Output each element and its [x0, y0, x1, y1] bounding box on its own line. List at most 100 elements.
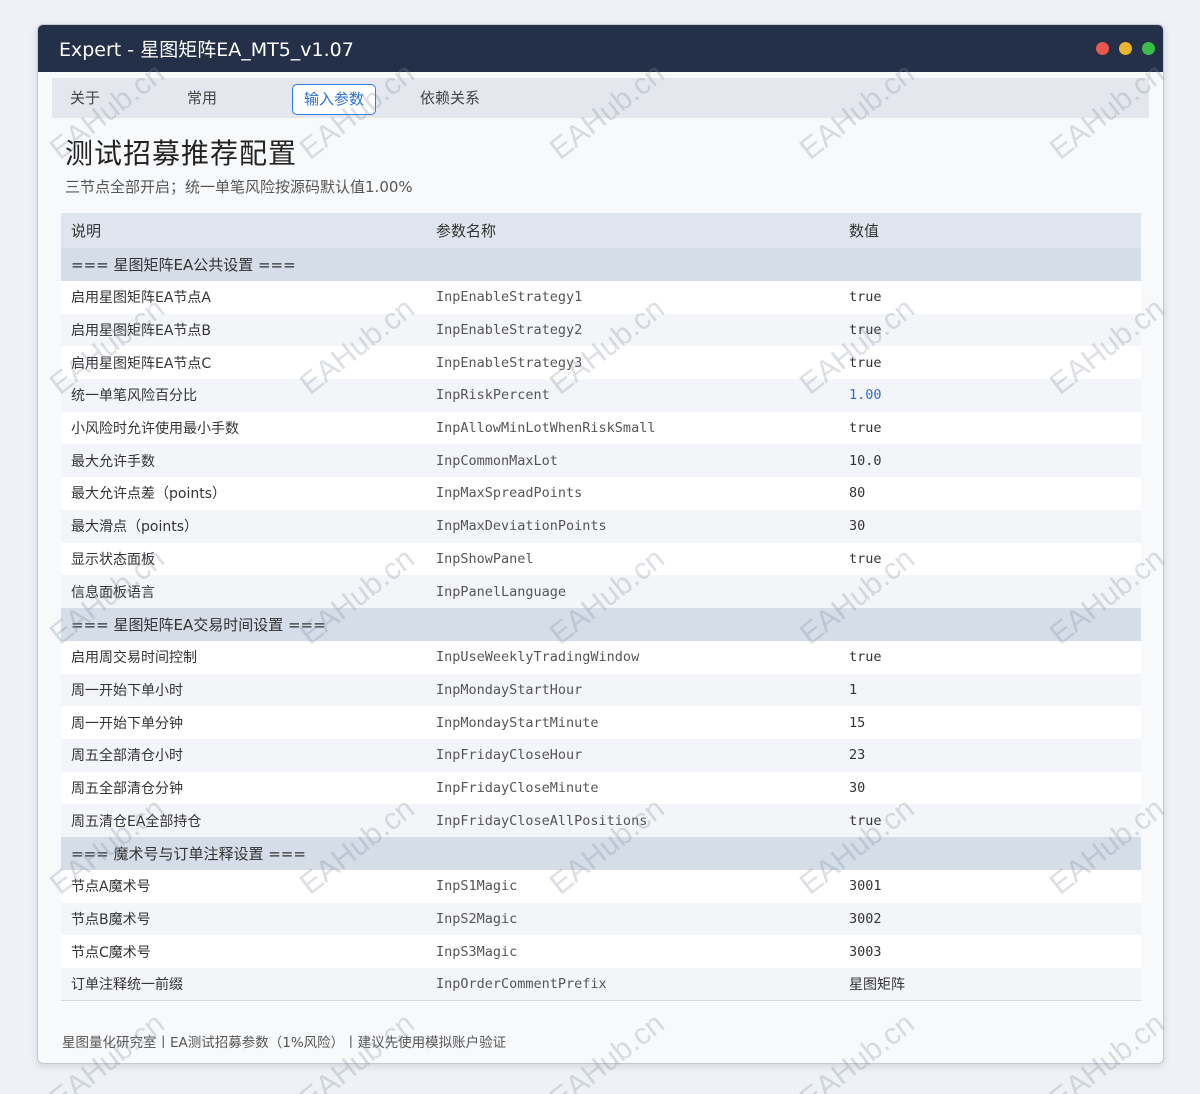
table-row: 最大允许手数 InpCommonMaxLot 10.0	[61, 444, 1141, 478]
param-description: 周一开始下单分钟	[71, 715, 183, 732]
section-title: === 魔术号与订单注释设置 ===	[71, 845, 306, 863]
table-row: 节点A魔术号 InpS1Magic 3001	[61, 870, 1141, 903]
table-row: 最大滑点（points） InpMaxDeviationPoints 30	[61, 509, 1141, 543]
table-header-row: 说明 参数名称 数值	[61, 213, 1141, 248]
param-description: 最大允许手数	[71, 453, 155, 470]
param-value[interactable]: true	[839, 314, 1141, 347]
param-description: 周五全部清仓分钟	[71, 780, 183, 797]
param-value[interactable]: 3001	[839, 870, 1141, 903]
table-row: 启用星图矩阵EA节点B InpEnableStrategy2 true	[61, 313, 1141, 347]
footer-divider	[61, 1000, 1141, 1001]
page-subtitle: 三节点全部开启；统一单笔风险按源码默认值1.00%	[65, 178, 413, 196]
param-value[interactable]	[839, 575, 1141, 608]
param-value[interactable]: true	[839, 281, 1141, 314]
param-value[interactable]: 23	[839, 739, 1141, 772]
section-header-row: === 星图矩阵EA交易时间设置 ===	[61, 607, 1141, 641]
param-name: InpUseWeeklyTradingWindow	[436, 649, 640, 666]
param-name: InpMaxSpreadPoints	[436, 485, 583, 502]
header-description: 说明	[71, 222, 102, 240]
param-value[interactable]: 30	[839, 510, 1141, 543]
table-row: 订单注释统一前缀 InpOrderCommentPrefix 星图矩阵	[61, 968, 1141, 1001]
param-name: InpPanelLanguage	[436, 583, 567, 600]
tab-common[interactable]: 常用	[187, 78, 217, 118]
param-name: InpFridayCloseAllPositions	[436, 812, 648, 829]
param-value[interactable]: 3003	[839, 935, 1141, 968]
param-description: 启用星图矩阵EA节点C	[71, 355, 212, 372]
param-value[interactable]: 星图矩阵	[839, 968, 1141, 1001]
param-description: 小风险时允许使用最小手数	[71, 421, 239, 438]
config-heading: 测试招募推荐配置 三节点全部开启；统一单笔风险按源码默认值1.00%	[38, 118, 1163, 197]
window-controls	[1096, 42, 1155, 55]
param-description: 周五全部清仓小时	[71, 748, 183, 765]
section-header-row: === 魔术号与订单注释设置 ===	[61, 837, 1141, 870]
param-name: InpFridayCloseHour	[436, 747, 583, 764]
param-name: InpEnableStrategy1	[436, 289, 583, 306]
param-value[interactable]: true	[839, 346, 1141, 379]
table-row: 信息面板语言 InpPanelLanguage	[61, 575, 1141, 608]
param-name: InpShowPanel	[436, 550, 534, 567]
tab-inputs[interactable]: 输入参数	[292, 84, 377, 115]
param-name: InpMaxDeviationPoints	[436, 518, 607, 535]
table-row: 周一开始下单分钟 InpMondayStartMinute 15	[61, 706, 1141, 739]
param-description: 最大滑点（points）	[71, 519, 198, 536]
section-header-row: === 星图矩阵EA公共设置 ===	[61, 248, 1141, 281]
table-row: 启用星图矩阵EA节点C InpEnableStrategy3 true	[61, 346, 1141, 380]
table-row: 周一开始下单小时 InpMondayStartHour 1	[61, 673, 1141, 707]
param-description: 周一开始下单小时	[71, 682, 183, 699]
param-name: InpEnableStrategy3	[436, 354, 583, 371]
table-row: 最大允许点差（points） InpMaxSpreadPoints 80	[61, 477, 1141, 510]
param-value[interactable]: 30	[839, 772, 1141, 805]
param-description: 订单注释统一前缀	[71, 977, 183, 994]
table-row: 统一单笔风险百分比 InpRiskPercent 1.00	[61, 379, 1141, 412]
table-row: 周五清仓EA全部持仓 InpFridayCloseAllPositions true	[61, 804, 1141, 837]
header-value: 数值	[849, 222, 880, 240]
param-description: 周五清仓EA全部持仓	[71, 813, 202, 830]
param-description: 节点B魔术号	[71, 912, 151, 929]
tab-dependencies[interactable]: 依赖关系	[420, 78, 480, 118]
param-description: 统一单笔风险百分比	[71, 388, 197, 405]
section-title: === 星图矩阵EA交易时间设置 ===	[71, 615, 326, 634]
param-description: 节点A魔术号	[71, 879, 151, 896]
param-name: InpS2Magic	[436, 911, 518, 928]
param-value[interactable]: 3002	[839, 903, 1141, 936]
param-description: 显示状态面板	[71, 551, 155, 568]
param-name: InpAllowMinLotWhenRiskSmall	[436, 420, 656, 437]
param-value[interactable]: true	[839, 543, 1141, 576]
table-row: 节点C魔术号 InpS3Magic 3003	[61, 935, 1141, 969]
table-row: 周五全部清仓小时 InpFridayCloseHour 23	[61, 738, 1141, 772]
param-description: 信息面板语言	[71, 584, 155, 601]
param-name: InpS3Magic	[436, 943, 518, 960]
tab-about[interactable]: 关于	[70, 78, 100, 118]
minimize-icon[interactable]	[1119, 42, 1132, 55]
param-description: 启用星图矩阵EA节点B	[71, 323, 212, 340]
close-icon[interactable]	[1096, 42, 1109, 55]
table-row: 显示状态面板 InpShowPanel true	[61, 542, 1141, 576]
param-value[interactable]: 10.0	[839, 444, 1141, 477]
param-value[interactable]: 80	[839, 477, 1141, 510]
param-description: 启用星图矩阵EA节点A	[71, 290, 211, 307]
param-name: InpEnableStrategy2	[436, 322, 583, 339]
header-parameter-name: 参数名称	[436, 222, 497, 240]
param-value[interactable]: true	[839, 804, 1141, 837]
param-description: 启用周交易时间控制	[71, 650, 197, 667]
title-bar: Expert - 星图矩阵EA_MT5_v1.07	[38, 25, 1163, 72]
footer-note: 星图量化研究室丨EA测试招募参数（1%风险）丨建议先使用模拟账户验证	[62, 1035, 507, 1051]
param-value[interactable]: true	[839, 641, 1141, 674]
window-title: Expert - 星图矩阵EA_MT5_v1.07	[59, 39, 354, 61]
param-value[interactable]: 1	[839, 674, 1141, 707]
table-row: 节点B魔术号 InpS2Magic 3002	[61, 902, 1141, 936]
page-title: 测试招募推荐配置	[65, 137, 298, 170]
param-value[interactable]: 15	[839, 706, 1141, 739]
table-row: 周五全部清仓分钟 InpFridayCloseMinute 30	[61, 771, 1141, 805]
param-value[interactable]: true	[839, 412, 1141, 445]
param-value[interactable]: 1.00	[839, 379, 1141, 412]
maximize-icon[interactable]	[1142, 42, 1155, 55]
parameter-table: 说明 参数名称 数值 === 星图矩阵EA公共设置 === 启用星图矩阵EA节点A…	[61, 213, 1141, 1001]
table-row: 启用周交易时间控制 InpUseWeeklyTradingWindow true	[61, 640, 1141, 674]
table-row: 小风险时允许使用最小手数 InpAllowMinLotWhenRiskSmall t…	[61, 411, 1141, 445]
param-description: 节点C魔术号	[71, 944, 151, 961]
param-name: InpRiskPercent	[436, 387, 550, 404]
param-name: InpCommonMaxLot	[436, 452, 558, 469]
param-name: InpMondayStartHour	[436, 681, 583, 698]
tab-bar: 关于 常用 输入参数 依赖关系	[52, 78, 1149, 118]
